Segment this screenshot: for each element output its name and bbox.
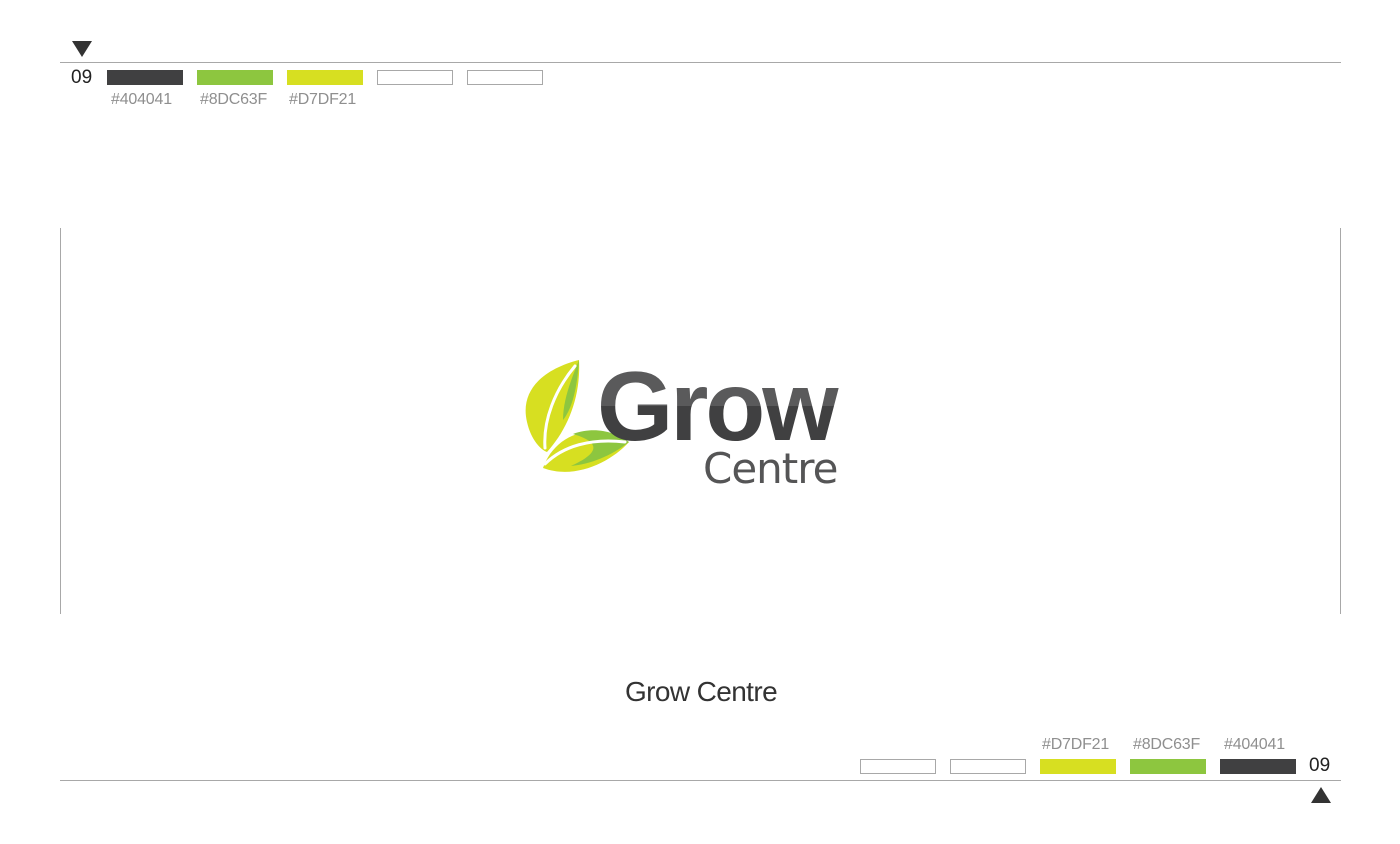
grow-centre-logo: Grow Centre [515, 340, 895, 500]
top-hex-yellow: #D7DF21 [289, 91, 357, 108]
bottom-swatch-green [1130, 759, 1206, 774]
bottom-hex-yellow: #D7DF21 [1042, 736, 1110, 753]
logo-caption: Grow Centre [624, 676, 778, 707]
top-hex-dark: #404041 [111, 91, 172, 108]
bottom-hex-dark: #404041 [1224, 736, 1285, 753]
bottom-sheet-number: 09 [1309, 755, 1331, 776]
frame-left-edge [60, 228, 61, 614]
bottom-swatch-yellow [1040, 759, 1116, 774]
frame-right-edge [1340, 228, 1341, 614]
top-sheet-number: 09 [71, 67, 93, 88]
bottom-hex-green: #8DC63F [1133, 736, 1201, 753]
top-hex-green: #8DC63F [200, 91, 268, 108]
top-swatch-empty-2 [467, 70, 543, 85]
top-swatch-green [197, 70, 273, 85]
bottom-swatch-dark [1220, 759, 1296, 774]
top-swatch-empty-1 [377, 70, 453, 85]
bottom-swatch-empty-2 [950, 759, 1026, 774]
top-triangle-marker [72, 41, 92, 57]
top-divider [60, 62, 1341, 63]
logo-word-centre: Centre [703, 444, 837, 493]
top-swatch-yellow [287, 70, 363, 85]
bottom-triangle-marker [1311, 787, 1331, 803]
bottom-swatch-empty-1 [860, 759, 936, 774]
top-swatch-dark [107, 70, 183, 85]
bottom-divider [60, 780, 1341, 781]
